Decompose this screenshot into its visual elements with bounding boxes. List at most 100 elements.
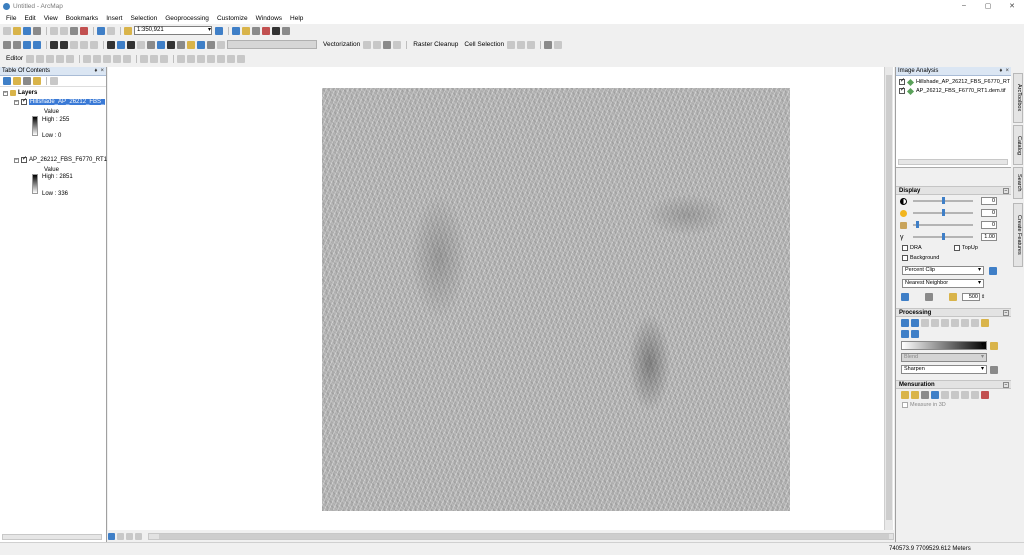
- color-ramp-dropdown[interactable]: [901, 341, 987, 350]
- create-features-icon[interactable]: [159, 54, 168, 63]
- model-builder-icon[interactable]: [282, 26, 290, 35]
- toc-horizontal-scrollbar[interactable]: [2, 534, 102, 540]
- map-view[interactable]: [108, 67, 894, 530]
- menu-view[interactable]: View: [44, 15, 58, 22]
- hyperlink-icon[interactable]: [137, 40, 145, 49]
- transparency-value[interactable]: 0: [981, 221, 997, 229]
- zoom-out-icon[interactable]: [13, 40, 21, 49]
- rotate-icon[interactable]: [122, 54, 131, 63]
- height-top-icon[interactable]: [911, 390, 919, 399]
- edit-vertices-icon[interactable]: [82, 54, 91, 63]
- edit-tool-icon[interactable]: [25, 54, 34, 63]
- menu-bookmarks[interactable]: Bookmarks: [66, 15, 99, 22]
- menu-customize[interactable]: Customize: [217, 15, 248, 22]
- list-by-source-icon[interactable]: [13, 77, 21, 85]
- add-data-icon[interactable]: [124, 26, 132, 35]
- arctoolbox-tab[interactable]: ArcToolbox: [1013, 73, 1023, 123]
- menu-file[interactable]: File: [6, 15, 16, 22]
- swipe-layer-icon[interactable]: [901, 292, 909, 301]
- slider-knob[interactable]: [941, 209, 945, 216]
- draw-line-icon[interactable]: [216, 54, 225, 63]
- editor-menu[interactable]: Editor: [6, 55, 23, 62]
- collapse-icon[interactable]: −: [14, 157, 19, 163]
- close-icon[interactable]: ×: [1005, 68, 1009, 74]
- paste-icon[interactable]: [70, 26, 78, 35]
- shaded-relief-icon[interactable]: [901, 329, 909, 338]
- reshape-icon[interactable]: [92, 54, 101, 63]
- draw-rectangle-icon[interactable]: [176, 54, 185, 63]
- cell-clear-icon[interactable]: [527, 40, 536, 49]
- draw-text-icon[interactable]: [186, 54, 195, 63]
- toc-options-icon[interactable]: [50, 77, 58, 85]
- arctoolbox-icon[interactable]: [262, 26, 270, 35]
- draw-marker-icon[interactable]: [226, 54, 235, 63]
- menu-help[interactable]: Help: [290, 15, 303, 22]
- save-icon[interactable]: [23, 26, 31, 35]
- new-document-icon[interactable]: [3, 26, 11, 35]
- edit-annotation-icon[interactable]: [35, 54, 44, 63]
- select-elements-icon[interactable]: [107, 40, 115, 49]
- menu-edit[interactable]: Edit: [24, 15, 35, 22]
- mensuration-section-header[interactable]: Mensuration −: [896, 380, 1011, 389]
- list-by-selection-icon[interactable]: [33, 77, 41, 85]
- background-checkbox[interactable]: [902, 255, 908, 261]
- pan-icon[interactable]: [23, 40, 31, 49]
- find-icon[interactable]: [167, 40, 175, 49]
- brightness-value[interactable]: 0: [981, 209, 997, 217]
- point-icon[interactable]: [941, 390, 949, 399]
- find-route-icon[interactable]: [157, 40, 165, 49]
- swipe-icon[interactable]: [207, 40, 215, 49]
- zoom-in-icon[interactable]: [3, 40, 11, 49]
- open-icon[interactable]: [13, 26, 21, 35]
- create-viewer-icon[interactable]: [197, 40, 205, 49]
- layer-visibility-checkbox[interactable]: [21, 156, 27, 163]
- undo-icon[interactable]: [97, 26, 105, 35]
- filter-apply-icon[interactable]: [990, 365, 998, 374]
- split-icon[interactable]: [112, 54, 121, 63]
- georeferencing-icon[interactable]: [544, 40, 553, 49]
- draw-shadow-icon[interactable]: [236, 54, 245, 63]
- hillshade-icon[interactable]: [971, 318, 979, 327]
- editor-toolbar-icon[interactable]: [215, 26, 223, 35]
- pause-drawing-icon[interactable]: [135, 532, 142, 540]
- search-window-icon[interactable]: [252, 26, 260, 35]
- collapse-icon[interactable]: −: [3, 90, 8, 96]
- minimize-button[interactable]: –: [952, 2, 976, 10]
- contrast-value[interactable]: 0: [981, 197, 997, 205]
- list-by-visibility-icon[interactable]: [23, 77, 31, 85]
- catalog-window-icon[interactable]: [242, 26, 250, 35]
- resample-dropdown[interactable]: Nearest Neighbor: [902, 279, 984, 288]
- color-ramp-apply-icon[interactable]: [990, 341, 998, 350]
- draw-font-icon[interactable]: [196, 54, 205, 63]
- cell-select-icon[interactable]: [507, 40, 516, 49]
- map-scale-combo[interactable]: 1:350,921 ▾: [134, 26, 212, 35]
- trace-icon[interactable]: [65, 54, 74, 63]
- mask-icon[interactable]: [911, 318, 919, 327]
- angle-icon[interactable]: [971, 390, 979, 399]
- height-icon[interactable]: [901, 390, 909, 399]
- filter-dropdown[interactable]: Sharpen: [901, 365, 987, 374]
- goto-xy-icon[interactable]: [177, 40, 185, 49]
- layer-visibility-checkbox[interactable]: [21, 98, 27, 105]
- close-button[interactable]: ✕: [1000, 2, 1024, 10]
- ndvi-icon[interactable]: [941, 318, 949, 327]
- brightness-slider[interactable]: [913, 209, 973, 216]
- catalog-tab[interactable]: Catalog: [1013, 125, 1023, 165]
- list-by-drawing-order-icon[interactable]: [3, 77, 11, 85]
- topup-checkbox[interactable]: [954, 245, 960, 251]
- composite-bands-icon[interactable]: [921, 318, 929, 327]
- export-icon[interactable]: [981, 318, 989, 327]
- data-view-icon[interactable]: [108, 532, 115, 540]
- contrast-slider[interactable]: [913, 197, 973, 204]
- attributes-icon[interactable]: [139, 54, 148, 63]
- collapse-icon[interactable]: −: [1003, 187, 1009, 194]
- slider-knob[interactable]: [915, 221, 919, 228]
- raster-cleanup-menu[interactable]: Raster Cleanup: [413, 41, 458, 48]
- identify-icon[interactable]: [117, 40, 125, 49]
- menu-insert[interactable]: Insert: [106, 15, 122, 22]
- redo-icon[interactable]: [107, 26, 115, 35]
- map-vertical-scrollbar[interactable]: [884, 67, 893, 530]
- blend-dropdown[interactable]: Blend: [901, 353, 987, 362]
- close-icon[interactable]: ×: [100, 68, 104, 74]
- vectorization-settings-icon[interactable]: [363, 40, 372, 49]
